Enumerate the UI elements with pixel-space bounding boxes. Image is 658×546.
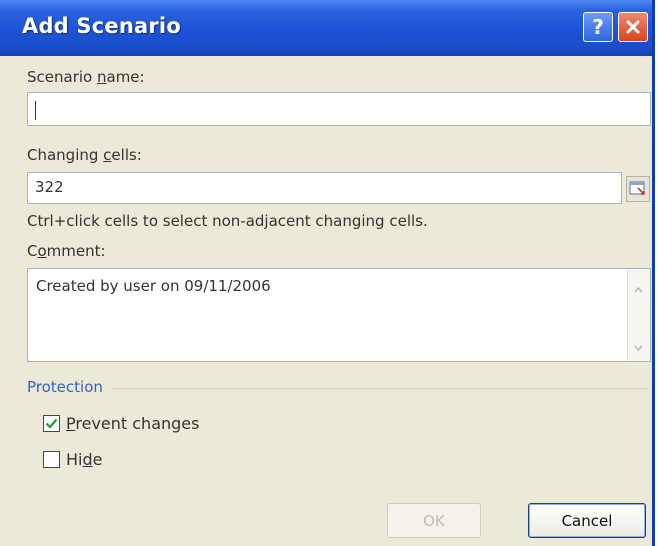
scenario-name-input[interactable]: [27, 92, 651, 126]
hide-checkbox[interactable]: [43, 451, 60, 468]
scroll-up-icon[interactable]: [631, 282, 646, 297]
collapse-dialog-button[interactable]: [626, 176, 650, 202]
prevent-changes-checkbox[interactable]: [43, 415, 60, 432]
changing-cells-label: Changing cells:: [27, 146, 142, 164]
ok-button[interactable]: OK: [387, 503, 481, 538]
protection-group-title: Protection: [27, 378, 103, 396]
text-caret: [35, 101, 36, 120]
group-divider: [112, 388, 649, 389]
checkmark-icon: [45, 418, 58, 429]
comment-textarea[interactable]: Created by user on 09/11/2006: [27, 268, 651, 362]
prevent-changes-option[interactable]: Prevent changes: [43, 414, 199, 433]
scenario-name-label: Scenario name:: [27, 68, 145, 86]
selection-hint: Ctrl+click cells to select non-adjacent …: [27, 212, 428, 230]
changing-cells-input[interactable]: 322: [27, 172, 622, 204]
add-scenario-dialog: Add Scenario ? Scenario name: Changing c…: [0, 0, 655, 546]
close-button[interactable]: [618, 12, 648, 42]
range-select-icon: [629, 181, 645, 195]
scroll-down-icon[interactable]: [631, 340, 646, 355]
help-icon: ?: [592, 15, 604, 39]
comment-scrollbar[interactable]: [627, 269, 650, 361]
close-icon: [626, 20, 640, 34]
help-button[interactable]: ?: [583, 12, 613, 42]
dialog-title: Add Scenario: [22, 14, 181, 38]
hide-option[interactable]: Hide: [43, 450, 102, 469]
comment-label: Comment:: [27, 242, 106, 260]
cancel-button[interactable]: Cancel: [528, 503, 646, 538]
title-bar[interactable]: Add Scenario ?: [0, 0, 652, 56]
hide-label: Hide: [66, 450, 103, 469]
prevent-changes-label: Prevent changes: [66, 414, 200, 433]
